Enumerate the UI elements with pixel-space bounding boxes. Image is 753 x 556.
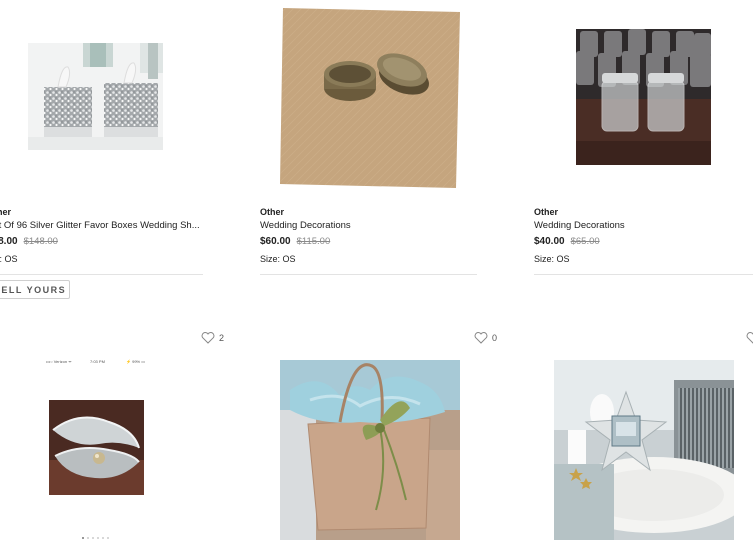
- product-image-pearl-shell[interactable]: •••○ Verizon ᯤ 7:03 PM ⚡ 99% ▭: [40, 355, 155, 545]
- product-size: Size: OS: [534, 254, 570, 264]
- product-price: $60.00 $115.00: [260, 236, 330, 247]
- like-button[interactable]: [746, 332, 753, 344]
- original-price: $65.00: [570, 236, 600, 247]
- sell-yours-button[interactable]: SELL YOURS: [0, 280, 70, 299]
- product-brand: Other: [534, 207, 559, 217]
- divider: [534, 274, 753, 275]
- phone-status-time: 7:03 PM: [90, 359, 105, 364]
- product-image-starfish-holder[interactable]: [554, 360, 734, 540]
- product-image-glass-jars[interactable]: [576, 29, 711, 165]
- product-size: Size: OS: [260, 254, 296, 264]
- product-price: $48.00 $148.00: [0, 236, 58, 247]
- original-price: $148.00: [23, 236, 58, 247]
- current-price: $48.00: [0, 236, 18, 247]
- product-title[interactable]: Wedding Decorations: [260, 220, 351, 231]
- product-title[interactable]: Wedding Decorations: [534, 220, 625, 231]
- current-price: $40.00: [534, 236, 565, 247]
- heart-icon: [201, 332, 215, 344]
- product-price: $40.00 $65.00: [534, 236, 600, 247]
- like-button[interactable]: 2: [201, 332, 224, 344]
- product-brand: Other: [0, 207, 12, 217]
- product-image-favor-boxes[interactable]: [28, 43, 163, 150]
- divider: [0, 274, 203, 275]
- product-size: Size: OS: [0, 254, 18, 264]
- like-count: 0: [492, 333, 498, 343]
- phone-status-battery: ⚡ 99% ▭: [126, 359, 145, 364]
- phone-status-carrier: •••○ Verizon ᯤ: [46, 359, 72, 364]
- original-price: $115.00: [296, 236, 331, 247]
- product-image-gift-bag[interactable]: [280, 360, 460, 540]
- heart-icon: [746, 332, 753, 344]
- heart-icon: [474, 332, 488, 344]
- product-title[interactable]: Set Of 96 Silver Glitter Favor Boxes Wed…: [0, 220, 200, 231]
- current-price: $60.00: [260, 236, 291, 247]
- carousel-dots: [82, 537, 109, 539]
- product-image-metal-tin[interactable]: [280, 6, 460, 188]
- product-brand: Other: [260, 207, 285, 217]
- like-button[interactable]: 0: [474, 332, 497, 344]
- like-count: 2: [219, 333, 225, 343]
- divider: [260, 274, 477, 275]
